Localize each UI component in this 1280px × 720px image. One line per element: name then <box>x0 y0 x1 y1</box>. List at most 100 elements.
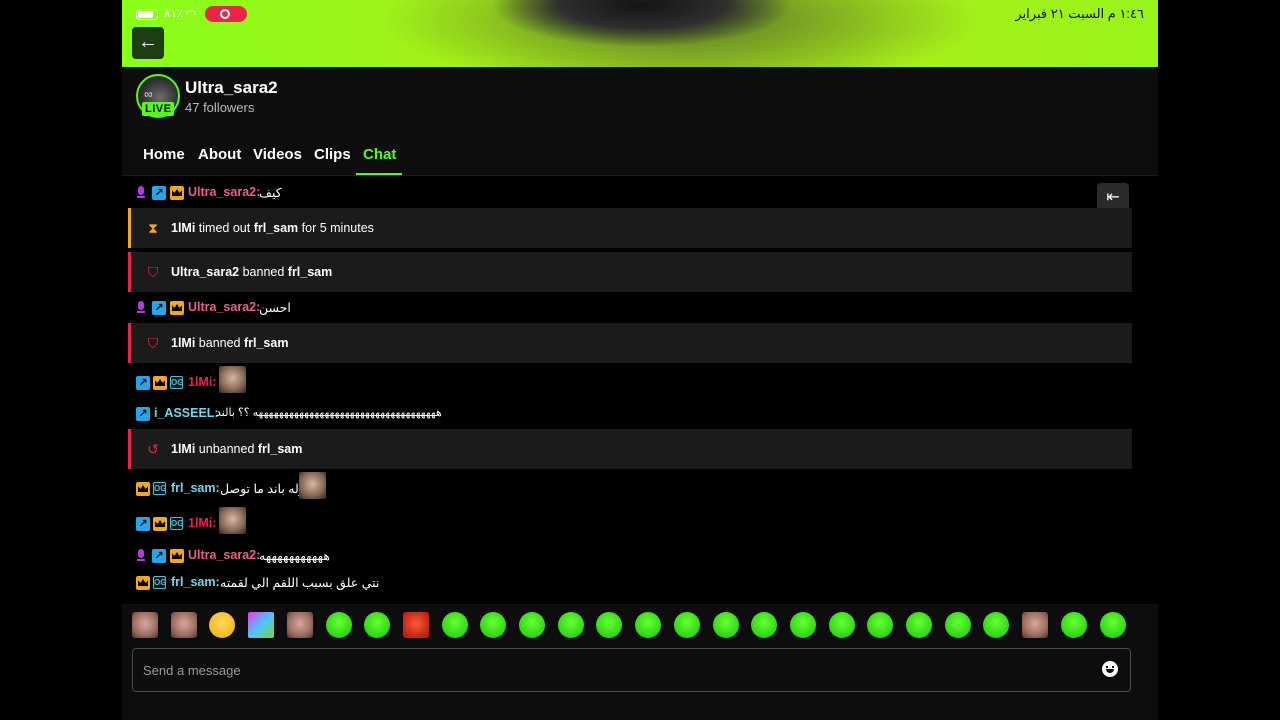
hourglass-icon: ⧗ <box>148 220 158 236</box>
system-message-ban: ⛉ Ultra_sara2 banned frl_sam <box>128 252 1132 292</box>
screen-record-icon[interactable] <box>205 6 247 22</box>
emote-quick-bar <box>122 604 1158 646</box>
tab-chat[interactable]: Chat <box>363 146 396 163</box>
crown-badge-icon <box>170 549 184 563</box>
green-emote-icon[interactable] <box>441 612 468 638</box>
message-text: نتي علق بسبب اللقم الي لقمته <box>220 576 380 590</box>
tab-home[interactable]: Home <box>143 146 185 163</box>
send-message-input[interactable] <box>141 649 1085 691</box>
green-emote-icon[interactable] <box>557 612 584 638</box>
shield-ban-icon: ⛉ <box>147 335 159 351</box>
system-message-timeout: ⧗ 1lMi timed out frl_sam for 5 minutes <box>128 208 1132 248</box>
og-badge-icon: OG <box>153 576 167 589</box>
system-message-text: 1lMi banned frl_sam <box>171 336 289 350</box>
system-message-ban: ⛉ 1lMi banned frl_sam <box>128 323 1132 363</box>
message-text: اوله باند ما توصل <box>220 482 309 496</box>
green-emote-icon[interactable] <box>519 612 545 638</box>
tab-clips[interactable]: Clips <box>314 146 351 163</box>
photo-emote-icon[interactable] <box>170 612 197 638</box>
green-emote-icon[interactable] <box>867 612 894 638</box>
chat-panel: ⇤ ↗ Ultra_sara2: كيف ⧗ 1lMi timed out fr… <box>122 176 1158 604</box>
message-username[interactable]: frl_sam: <box>171 575 220 589</box>
photo-emote-icon <box>299 472 326 499</box>
photo-emote-icon[interactable] <box>132 612 158 638</box>
channel-header: ∞ LIVE Ultra_sara2 47 followers <box>136 74 736 124</box>
pixel-emote-icon[interactable] <box>248 612 275 638</box>
channel-name[interactable]: Ultra_sara2 <box>185 78 278 98</box>
smile-emote-icon[interactable] <box>209 612 236 638</box>
green-emote-icon[interactable] <box>944 612 971 638</box>
arrow-badge-icon: ↗ <box>136 517 150 531</box>
crown-badge-icon <box>153 376 167 390</box>
green-emote-icon[interactable] <box>712 612 739 638</box>
undo-unban-icon: ↺ <box>147 441 159 457</box>
photo-emote-icon[interactable] <box>1022 612 1049 638</box>
green-emote-icon[interactable] <box>751 612 778 638</box>
system-message-text: 1lMi unbanned frl_sam <box>171 442 303 456</box>
battery-percent: ٨١٪ <box>164 6 184 20</box>
message-username[interactable]: Ultra_sara2: <box>188 185 260 199</box>
arrow-badge-icon: ↗ <box>152 301 166 315</box>
arrow-badge-icon: ↗ <box>152 186 166 200</box>
system-message-text: Ultra_sara2 banned frl_sam <box>171 265 333 279</box>
battery-icon <box>136 9 158 20</box>
arrow-badge-icon: ↗ <box>152 549 166 563</box>
red-emote-icon[interactable] <box>402 612 429 638</box>
system-message-unban: ↺ 1lMi unbanned frl_sam <box>128 429 1132 469</box>
green-emote-icon[interactable] <box>828 612 855 638</box>
photo-emote-icon <box>219 366 246 393</box>
green-emote-icon[interactable] <box>1060 612 1087 638</box>
message-text: كيف <box>259 186 282 200</box>
mic-badge-icon <box>134 549 148 563</box>
tab-about[interactable]: About <box>198 146 241 163</box>
green-emote-icon[interactable] <box>325 612 352 638</box>
og-badge-icon: OG <box>170 517 184 530</box>
green-emote-icon[interactable] <box>789 612 816 638</box>
message-text: هههههههههههه <box>259 549 330 563</box>
message-username[interactable]: 1lMi: <box>188 375 216 389</box>
message-username[interactable]: 1lMi: <box>188 516 216 530</box>
status-time-date: ١:٤٦ م السبت ٢١ فبراير <box>1015 6 1144 21</box>
photo-emote-icon <box>219 507 246 534</box>
crown-badge-icon <box>170 186 184 200</box>
green-emote-icon[interactable] <box>596 612 623 638</box>
wifi-icon: ◠ <box>186 7 197 21</box>
crown-badge-icon <box>170 301 184 315</box>
arrow-badge-icon: ↗ <box>136 376 150 390</box>
message-username[interactable]: i_ASSEEL: <box>154 406 219 420</box>
chat-input-container <box>132 648 1131 692</box>
green-emote-icon[interactable] <box>983 612 1010 638</box>
photo-emote-icon[interactable] <box>286 612 313 638</box>
crown-badge-icon <box>153 517 167 531</box>
system-message-text: 1lMi timed out frl_sam for 5 minutes <box>171 221 374 235</box>
message-username[interactable]: frl_sam: <box>171 481 220 495</box>
green-emote-icon[interactable] <box>1099 612 1126 638</box>
channel-banner: ٨١٪ ◠ ١:٤٦ م السبت ٢١ فبراير ← <box>122 0 1158 67</box>
green-emote-icon[interactable] <box>906 612 932 638</box>
app-window: ٨١٪ ◠ ١:٤٦ م السبت ٢١ فبراير ← ∞ LIVE Ul… <box>122 0 1158 720</box>
collapse-icon: ⇤ <box>1106 189 1120 206</box>
og-badge-icon: OG <box>170 376 184 389</box>
arrow-badge-icon: ↗ <box>136 407 150 421</box>
mic-badge-icon <box>134 301 148 315</box>
crown-badge-icon <box>136 482 150 496</box>
message-username[interactable]: Ultra_sara2: <box>188 548 260 562</box>
status-bar: ٨١٪ ◠ ١:٤٦ م السبت ٢١ فبراير <box>122 5 1158 23</box>
green-emote-icon[interactable] <box>635 612 662 638</box>
letterbox-left <box>0 0 122 720</box>
shield-ban-icon: ⛉ <box>147 264 159 280</box>
arrow-left-icon: ← <box>138 31 158 53</box>
follower-count: 47 followers <box>185 100 255 115</box>
live-badge: LIVE <box>142 102 175 116</box>
avatar-signature-icon: ∞ <box>144 87 153 101</box>
green-emote-icon[interactable] <box>673 612 700 638</box>
letterbox-right <box>1158 0 1280 720</box>
back-button[interactable]: ← <box>132 27 164 59</box>
green-emote-icon[interactable] <box>480 612 507 638</box>
emoji-picker-icon[interactable] <box>1102 661 1118 677</box>
og-badge-icon: OG <box>153 482 167 495</box>
mic-badge-icon <box>134 186 148 200</box>
tab-videos[interactable]: Videos <box>253 146 302 163</box>
message-username[interactable]: Ultra_sara2: <box>188 300 260 314</box>
green-emote-icon[interactable] <box>364 612 391 638</box>
